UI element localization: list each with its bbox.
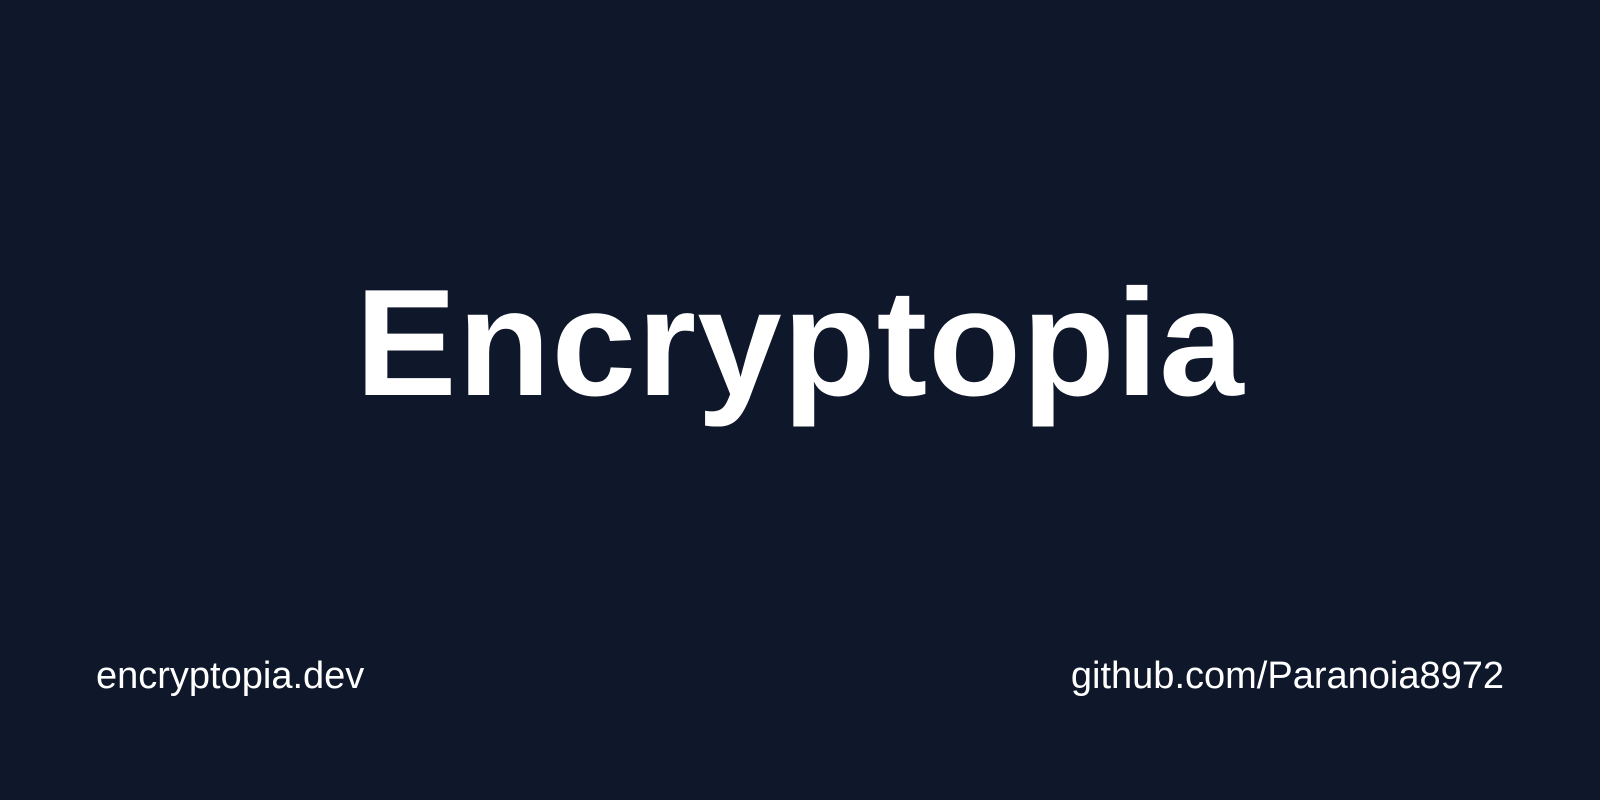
github-link: github.com/Paranoia8972 <box>1070 655 1504 697</box>
social-card: Encryptopia encryptopia.dev github.com/P… <box>0 0 1600 800</box>
website-link: encryptopia.dev <box>96 655 365 697</box>
brand-title: Encryptopia <box>355 258 1245 428</box>
